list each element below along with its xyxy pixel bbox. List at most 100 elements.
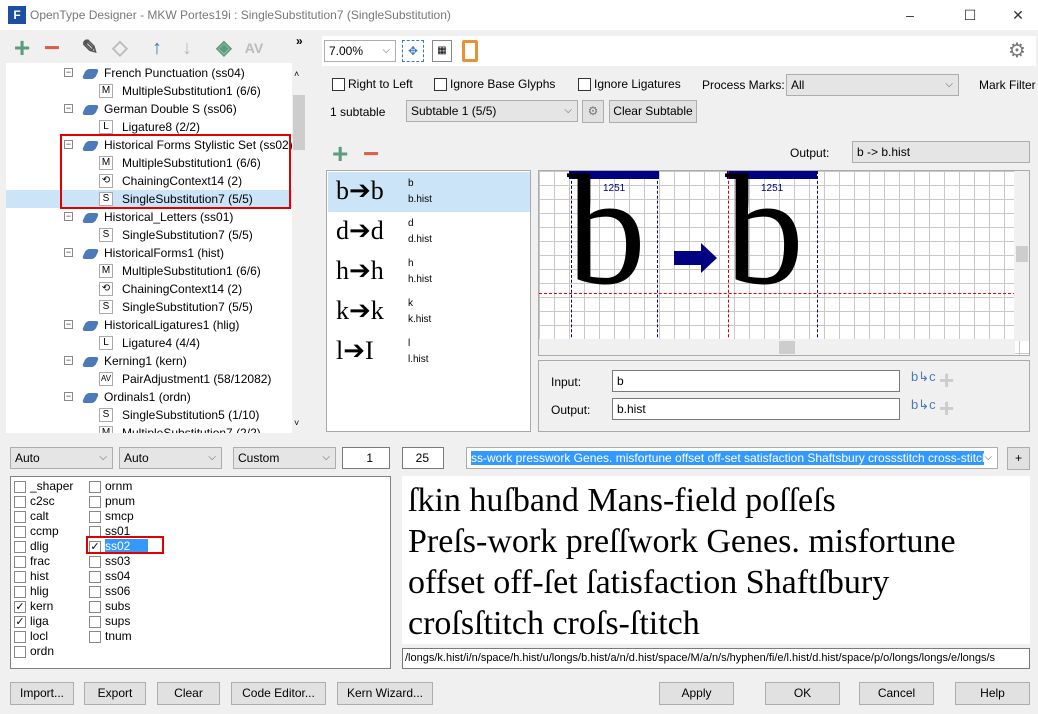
glyph-canvas[interactable]: 1251 1251 b b: [538, 170, 1030, 356]
checkbox[interactable]: [89, 495, 101, 508]
substitution-item[interactable]: d➔d d d.hist: [328, 212, 530, 252]
ignore-base-glyphs-checkbox[interactable]: Ignore Base Glyphs: [434, 77, 555, 92]
lookup-tree[interactable]: − French Punctuation (ss04) M MultipleSubst…: [6, 63, 306, 433]
feature-item[interactable]: dlig: [14, 539, 49, 554]
feature-item[interactable]: hlig: [14, 584, 49, 599]
feature-item[interactable]: ss06: [89, 584, 130, 599]
substitution-item[interactable]: h➔h h h.hist: [328, 252, 530, 292]
apply-button[interactable]: Apply: [659, 682, 734, 705]
checkbox[interactable]: [89, 585, 101, 598]
scroll-thumb[interactable]: [293, 95, 305, 150]
checkbox[interactable]: [14, 495, 26, 508]
mode-select[interactable]: Custom ⌵: [233, 447, 336, 469]
tree-item[interactable]: L Ligature4 (4/4): [6, 334, 292, 352]
tree-item[interactable]: − HistoricalLigatures1 (hlig): [6, 316, 292, 334]
feature-item[interactable]: hist: [14, 569, 49, 584]
feature-item[interactable]: sups: [89, 614, 130, 629]
feature-item[interactable]: smcp: [89, 509, 134, 524]
right-to-left-checkbox[interactable]: Right to Left: [332, 77, 413, 92]
language-select[interactable]: Auto ⌵: [119, 447, 222, 469]
scroll-thumb[interactable]: [779, 341, 795, 354]
scroll-thumb[interactable]: [1016, 246, 1028, 262]
export-button[interactable]: Export: [84, 682, 146, 705]
scroll-up-icon[interactable]: ˄: [294, 69, 299, 79]
checkbox[interactable]: [578, 78, 591, 92]
checkbox[interactable]: ✓: [14, 600, 26, 613]
script-select[interactable]: Auto ⌵: [10, 447, 113, 469]
kern-tool-icon[interactable]: AV: [242, 36, 266, 60]
move-down-icon[interactable]: ↓: [175, 36, 199, 60]
tree-item[interactable]: − French Punctuation (ss04): [6, 64, 292, 82]
feature-item[interactable]: _shaper: [14, 479, 73, 494]
tree-item[interactable]: S SingleSubstitution7 (5/5): [6, 298, 292, 316]
minimize-button[interactable]: –: [895, 4, 925, 26]
feature-item[interactable]: ccmp: [14, 524, 59, 539]
output-field[interactable]: b.hist: [612, 398, 900, 420]
tree-item[interactable]: S SingleSubstitution5 (1/10): [6, 406, 292, 424]
feature-item[interactable]: pnum: [89, 494, 135, 509]
tag-check-icon[interactable]: ◇: [108, 36, 132, 60]
checkbox[interactable]: [434, 78, 447, 92]
feature-item[interactable]: ✓ kern: [14, 599, 53, 614]
feature-item[interactable]: ss03: [89, 554, 130, 569]
clear-button[interactable]: Clear: [157, 682, 220, 705]
feature-item[interactable]: subs: [89, 599, 130, 614]
checkbox[interactable]: [89, 480, 101, 493]
ok-button[interactable]: OK: [765, 682, 840, 705]
checkbox[interactable]: [89, 630, 101, 643]
tree-item[interactable]: − German Double S (ss06): [6, 100, 292, 118]
feature-item[interactable]: ✓ liga: [14, 614, 49, 629]
process-marks-select[interactable]: All ⌵: [786, 74, 959, 96]
tag-lightning-icon[interactable]: ◈: [212, 36, 236, 60]
tree-item[interactable]: M MultipleSubstitution1 (6/6): [6, 262, 292, 280]
checkbox[interactable]: [14, 480, 26, 493]
tree-item[interactable]: ⟲ ChainingContext14 (2): [6, 280, 292, 298]
collapse-icon[interactable]: −: [64, 356, 73, 365]
add-sample-button[interactable]: +: [1007, 447, 1030, 470]
checkbox[interactable]: [14, 510, 26, 523]
sample-text-value[interactable]: ss-work presswork Genes. misfortune offs…: [471, 451, 989, 465]
close-button[interactable]: ✕: [1003, 4, 1033, 26]
ignore-ligatures-checkbox[interactable]: Ignore Ligatures: [578, 77, 681, 92]
feature-item[interactable]: ornm: [89, 479, 132, 494]
add-input-icon[interactable]: +: [939, 365, 954, 396]
count-spinner[interactable]: 1: [342, 447, 390, 469]
font-size-spinner[interactable]: 25: [402, 447, 444, 469]
import-button[interactable]: Import...: [10, 682, 74, 705]
checkbox[interactable]: ✓: [14, 615, 26, 628]
move-up-icon[interactable]: ↑: [145, 36, 169, 60]
fit-view-icon[interactable]: ✥: [402, 40, 424, 62]
collapse-icon[interactable]: −: [64, 320, 73, 329]
feature-item[interactable]: ss04: [89, 569, 130, 584]
checkbox[interactable]: [14, 645, 26, 658]
tree-item[interactable]: S SingleSubstitution7 (5/5): [6, 226, 292, 244]
maximize-button[interactable]: ☐: [955, 4, 985, 26]
substitution-item[interactable]: l➔I l l.hist: [328, 332, 530, 372]
collapse-icon[interactable]: −: [64, 104, 73, 113]
help-button[interactable]: Help: [955, 682, 1030, 705]
kern-wizard-button[interactable]: Kern Wizard...: [337, 682, 433, 705]
glyph-picker-icon[interactable]: b↳c: [911, 369, 936, 385]
cancel-button[interactable]: Cancel: [859, 682, 934, 705]
checkbox[interactable]: [89, 510, 101, 523]
settings-gear-icon[interactable]: ⚙: [1008, 38, 1026, 63]
collapse-icon[interactable]: −: [64, 212, 73, 221]
checkbox[interactable]: [89, 570, 101, 583]
code-editor-button[interactable]: Code Editor...: [231, 682, 326, 705]
checkbox[interactable]: [89, 555, 101, 568]
collapse-icon[interactable]: −: [64, 248, 73, 257]
glyph-path-field[interactable]: /longs/k.hist/i/n/space/h.hist/u/longs/b…: [402, 648, 1030, 669]
tree-item[interactable]: − Kerning1 (kern): [6, 352, 292, 370]
add-feature-icon[interactable]: +: [10, 34, 34, 62]
input-field[interactable]: b: [612, 370, 900, 392]
checkbox[interactable]: [332, 78, 345, 92]
checkbox[interactable]: [14, 630, 26, 643]
clear-subtable-button[interactable]: Clear Subtable: [609, 100, 697, 123]
add-output-icon[interactable]: +: [939, 393, 954, 424]
checkbox[interactable]: [14, 555, 26, 568]
feature-item[interactable]: tnum: [89, 629, 132, 644]
checkbox[interactable]: [14, 525, 26, 538]
checkbox[interactable]: [89, 600, 101, 613]
zoom-select[interactable]: 7.00% ⌵: [324, 40, 396, 62]
feature-list[interactable]: _shaper c2sc calt ccmp dlig frac hist hlig ✓ kern…: [10, 476, 391, 669]
